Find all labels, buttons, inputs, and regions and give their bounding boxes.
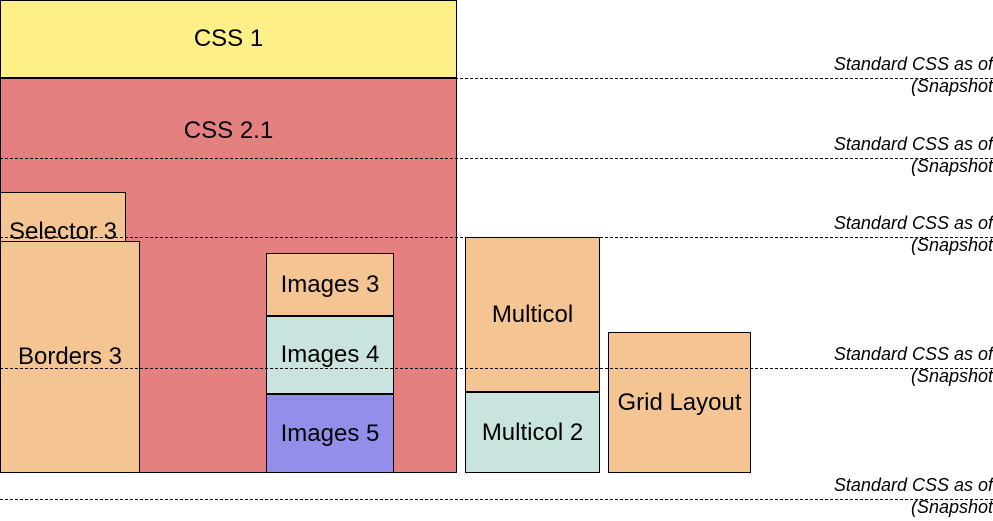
block-multicol2: Multicol 2 [465,392,600,473]
label-borders3: Borders 3 [18,343,122,371]
label-images5: Images 5 [281,420,380,448]
block-images4: Images 4 [266,316,394,394]
note-1: Standard CSS as of (Snapshot [834,53,993,97]
block-images3: Images 3 [266,253,394,316]
label-css21: CSS 2.1 [184,117,273,145]
label-images4: Images 4 [281,341,380,369]
css-evolution-diagram: CSS 1 CSS 2.1 Selector 3 Selector 4 Bord… [0,0,993,521]
label-css1: CSS 1 [194,25,263,53]
block-borders3: Borders 3 [0,241,140,473]
label-multicol2: Multicol 2 [482,419,583,447]
block-images5: Images 5 [266,394,394,473]
note-4-line1: Standard CSS as of [834,343,993,365]
label-multicol: Multicol [492,301,573,329]
block-gridlayout: Grid Layout [608,332,751,473]
label-images3: Images 3 [281,271,380,299]
note-4: Standard CSS as of (Snapshot [834,343,993,387]
note-5-line2: (Snapshot [834,496,993,518]
block-css1: CSS 1 [0,0,457,78]
note-5-line1: Standard CSS as of [834,474,993,496]
label-gridlayout: Grid Layout [617,389,741,417]
note-2-line2: (Snapshot [834,155,993,177]
note-2: Standard CSS as of (Snapshot [834,133,993,177]
note-2-line1: Standard CSS as of [834,133,993,155]
note-3-line1: Standard CSS as of [834,212,993,234]
note-1-line1: Standard CSS as of [834,53,993,75]
note-5: Standard CSS as of (Snapshot [834,474,993,518]
note-3-line2: (Snapshot [834,234,993,256]
note-1-line2: (Snapshot [834,75,993,97]
note-4-line2: (Snapshot [834,365,993,387]
note-3: Standard CSS as of (Snapshot [834,212,993,256]
